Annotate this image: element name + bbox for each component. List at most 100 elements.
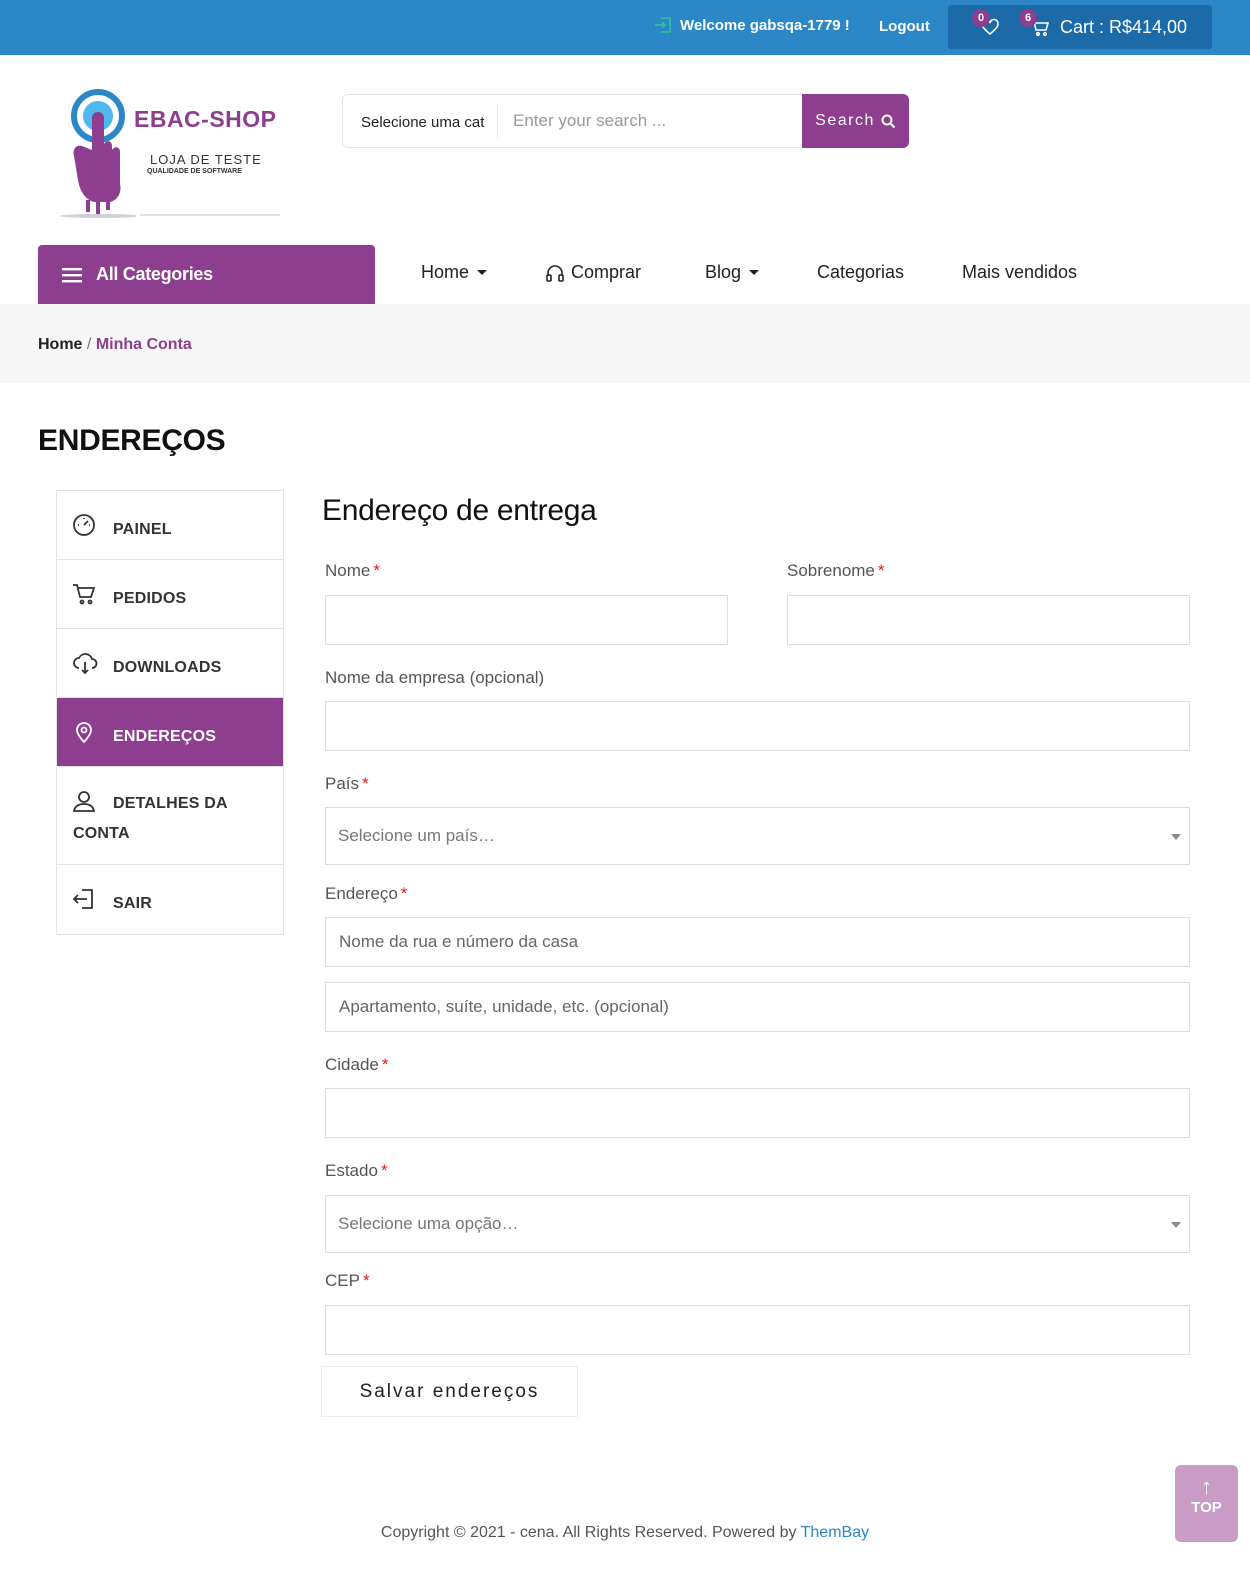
- top-bar: Welcome gabsqa-1779 ! Logout 0 6 Cart : …: [0, 0, 1250, 55]
- logo-tagline: QUALIDADE DE SOFTWARE: [147, 168, 242, 175]
- login-icon: [655, 17, 671, 33]
- nav-mais-vendidos-label: Mais vendidos: [962, 262, 1078, 282]
- sidebar-item-enderecos[interactable]: ENDEREÇOS: [57, 698, 283, 767]
- company-label: Nome da empresa (opcional): [325, 668, 545, 687]
- search-button-label: Search: [815, 112, 875, 129]
- address-line-1-input[interactable]: [325, 917, 1190, 967]
- last-name-label-text: Sobrenome: [787, 561, 875, 580]
- address-label: Endereço *: [325, 884, 407, 904]
- cart-icon: [73, 584, 96, 605]
- nav-comprar[interactable]: Comprar: [545, 262, 641, 283]
- logout-icon: [72, 889, 93, 909]
- welcome-message: Welcome gabsqa-1779 !: [654, 16, 850, 34]
- sidebar-item-sair[interactable]: SAIR: [57, 865, 283, 934]
- menu-icon: [62, 267, 82, 282]
- nav-blog-label: Blog: [705, 262, 742, 282]
- search-input[interactable]: [513, 105, 793, 137]
- search-bar: Selecione uma cat Search: [342, 94, 909, 148]
- first-name-label: Nome *: [325, 561, 380, 581]
- required-mark: *: [380, 1161, 388, 1180]
- save-addresses-button[interactable]: Salvar endereços: [321, 1366, 578, 1417]
- required-mark: *: [362, 1271, 370, 1290]
- city-label: Cidade *: [325, 1055, 389, 1075]
- arrow-up-icon: ↑: [1201, 1474, 1212, 1499]
- city-input[interactable]: [325, 1088, 1190, 1138]
- nav-comprar-label: Comprar: [571, 262, 642, 282]
- nav-categorias[interactable]: Categorias: [817, 262, 904, 283]
- wishlist-count-badge: 0: [972, 9, 990, 27]
- footer-themebay-link[interactable]: ThemBay: [801, 1524, 869, 1541]
- all-categories-button[interactable]: All Categories: [38, 245, 375, 304]
- headphones-icon: [546, 264, 564, 282]
- sidebar-item-label: DOWNLOADS: [113, 659, 222, 676]
- back-to-top-button[interactable]: ↑ TOP: [1175, 1465, 1238, 1542]
- cart-total[interactable]: Cart : R$414,00: [1060, 17, 1187, 38]
- required-mark: *: [877, 561, 885, 580]
- sidebar-item-label: DETALHES DA CONTA: [73, 795, 228, 842]
- address-line-2-input[interactable]: [325, 982, 1190, 1032]
- sidebar-item-detalhes-da-conta[interactable]: DETALHES DA CONTA: [57, 767, 283, 865]
- company-input[interactable]: [325, 701, 1190, 751]
- first-name-input[interactable]: [325, 595, 728, 645]
- search-button[interactable]: Search: [802, 94, 909, 148]
- cep-label-text: CEP: [325, 1271, 360, 1290]
- state-label-text: Estado: [325, 1161, 378, 1180]
- city-label-text: Cidade: [325, 1055, 379, 1074]
- country-select[interactable]: Selecione um país…: [325, 807, 1190, 865]
- nav-blog[interactable]: Blog: [705, 262, 760, 283]
- last-name-input[interactable]: [787, 595, 1190, 645]
- first-name-label-text: Nome: [325, 561, 371, 580]
- breadcrumb: Home / Minha Conta: [38, 336, 192, 354]
- last-name-label: Sobrenome *: [787, 561, 885, 581]
- country-label-text: País: [325, 774, 360, 793]
- required-mark: *: [373, 561, 380, 580]
- address-label-text: Endereço: [325, 884, 398, 903]
- all-categories-label: All Categories: [96, 264, 213, 284]
- cep-label: CEP *: [325, 1271, 370, 1291]
- chevron-down-icon: [1171, 1222, 1181, 1228]
- search-divider: [497, 105, 498, 138]
- sidebar-item-label: SAIR: [113, 895, 153, 912]
- breadcrumb-separator: /: [86, 336, 92, 353]
- nav-mais-vendidos[interactable]: Mais vendidos: [962, 262, 1077, 283]
- search-category-select[interactable]: Selecione uma cat: [361, 114, 484, 131]
- logo-hand-icon: [60, 89, 136, 218]
- breadcrumb-home[interactable]: Home: [38, 336, 82, 353]
- footer-copyright: Copyright © 2021 - cena. All Rights Rese…: [380, 1524, 801, 1541]
- logout-link[interactable]: Logout: [879, 18, 930, 35]
- sidebar-item-pedidos[interactable]: PEDIDOS: [57, 560, 283, 629]
- state-select-value: Selecione uma opção…: [338, 1214, 519, 1233]
- sidebar-item-painel[interactable]: PAINEL: [57, 491, 283, 560]
- search-icon: [881, 114, 896, 128]
- nav-home[interactable]: Home: [421, 262, 488, 283]
- account-sidebar: PAINEL PEDIDOS DOWNLOADS ENDEREÇOS DETAL…: [56, 490, 284, 935]
- breadcrumb-band: Home / Minha Conta: [0, 304, 1250, 383]
- form-title: Endereço de entrega: [322, 494, 597, 527]
- logo-subtitle: LOJA DE TESTE: [150, 152, 262, 167]
- page-title: ENDEREÇOS: [38, 424, 226, 457]
- country-label: País *: [325, 774, 369, 794]
- site-logo[interactable]: EBAC-SHOP LOJA DE TESTE QUALIDADE DE SOF…: [50, 88, 290, 228]
- chevron-down-icon: [749, 270, 760, 275]
- cep-input[interactable]: [325, 1305, 1190, 1355]
- dashboard-gauge-icon: [73, 514, 95, 536]
- cart-box[interactable]: 0 6 Cart : R$414,00: [948, 5, 1212, 49]
- sidebar-item-label: ENDEREÇOS: [113, 728, 217, 745]
- cart-count-badge: 6: [1019, 9, 1037, 27]
- required-mark: *: [400, 884, 408, 903]
- logo-underline: [140, 214, 280, 216]
- back-to-top-label: TOP: [1191, 1499, 1222, 1516]
- welcome-text: Welcome gabsqa-1779 !: [680, 16, 850, 34]
- sidebar-item-label: PEDIDOS: [113, 590, 187, 607]
- nav-home-label: Home: [421, 262, 470, 282]
- country-select-value: Selecione um país…: [338, 826, 495, 845]
- cloud-download-icon: [73, 653, 98, 675]
- chevron-down-icon: [1171, 834, 1181, 840]
- breadcrumb-current: Minha Conta: [95, 336, 192, 353]
- sidebar-item-downloads[interactable]: DOWNLOADS: [57, 629, 283, 698]
- state-select[interactable]: Selecione uma opção…: [325, 1195, 1190, 1253]
- required-mark: *: [381, 1055, 389, 1074]
- logo-title: EBAC-SHOP: [134, 106, 277, 132]
- state-label: Estado *: [325, 1161, 388, 1181]
- nav-categorias-label: Categorias: [817, 262, 905, 282]
